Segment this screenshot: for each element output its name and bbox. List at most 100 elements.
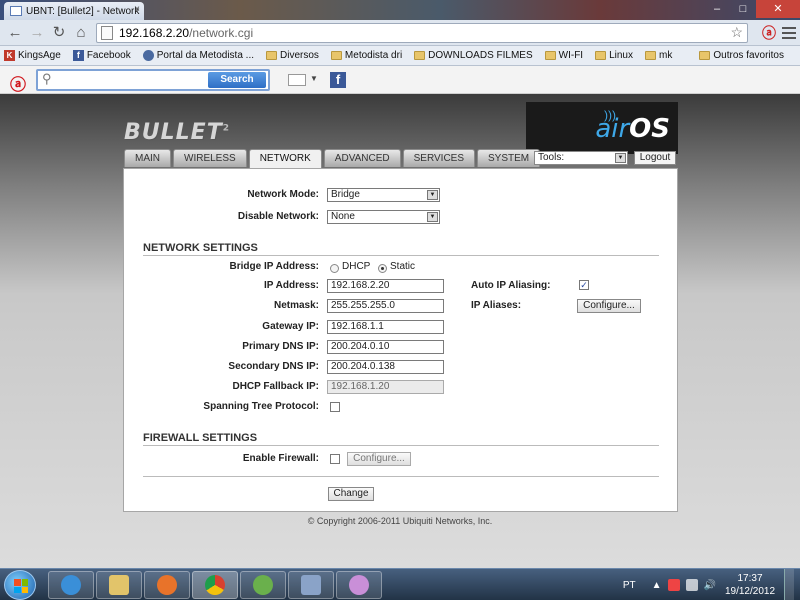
tab-network[interactable]: NETWORK (248, 149, 322, 168)
bookmark-folder-wifi[interactable]: WI-FI (544, 50, 584, 61)
network-settings-title: NETWORK SETTINGS (143, 242, 258, 254)
bookmark-portal-metodista[interactable]: Portal da Metodista ... (142, 50, 255, 61)
start-button[interactable] (4, 570, 36, 600)
enable-firewall-label: Enable Firewall: (242, 453, 319, 464)
logout-button[interactable]: Logout (634, 151, 676, 165)
enable-firewall-checkbox[interactable] (330, 454, 340, 464)
tab-close-icon[interactable]: × (134, 4, 140, 15)
dhcp-fallback-label: DHCP Fallback IP: (232, 381, 319, 392)
tools-select[interactable]: Tools: ▼ (534, 151, 628, 165)
address-bar[interactable]: 192.168.2.20 /network.cgi ☆ (96, 23, 748, 43)
disable-network-value: None (331, 211, 355, 222)
browser-navbar: ← → ↻ ⌂ 192.168.2.20 /network.cgi ☆ ⓐ (0, 20, 800, 46)
tab-system[interactable]: SYSTEM (477, 149, 541, 167)
spanning-tree-checkbox[interactable] (330, 402, 340, 412)
netmask-input[interactable]: 255.255.255.0 (327, 299, 444, 313)
portal-icon (142, 50, 154, 61)
system-tray: PT ▲ 🔊 17:37 19/12/2012 (623, 569, 800, 600)
minimize-button[interactable]: – (704, 0, 730, 18)
gateway-ip-label: Gateway IP: (262, 321, 319, 332)
taskbar-paint[interactable] (336, 571, 382, 599)
window-controls: – □ ✕ (704, 0, 800, 18)
gateway-ip-input[interactable]: 192.168.1.1 (327, 320, 444, 334)
tray-expand-icon[interactable]: ▲ (652, 580, 662, 591)
folder-icon (330, 51, 342, 60)
network-status-icon[interactable] (685, 579, 698, 591)
browser-tab[interactable]: UBNT: [Bullet2] - Network × (4, 2, 144, 20)
volume-icon[interactable]: 🔊 (704, 580, 716, 591)
auto-ip-aliasing-checkbox[interactable]: ✓ (579, 280, 589, 290)
tab-advanced[interactable]: ADVANCED (323, 149, 401, 167)
language-indicator[interactable]: PT (623, 580, 636, 591)
bookmark-facebook[interactable]: f Facebook (72, 50, 131, 61)
firewall-settings-title: FIREWALL SETTINGS (143, 432, 258, 444)
avira-search-button[interactable]: Search (208, 72, 266, 88)
primary-dns-input[interactable]: 200.204.0.10 (327, 340, 444, 354)
section-divider (143, 445, 659, 446)
taskbar-media-player[interactable] (144, 571, 190, 599)
back-arrow-icon[interactable]: ← (4, 22, 26, 44)
bookmark-label: Linux (609, 50, 633, 61)
secondary-dns-input[interactable]: 200.204.0.138 (327, 360, 444, 374)
dhcp-radio[interactable] (330, 264, 339, 273)
facebook-toolbar-icon[interactable]: f (330, 72, 346, 88)
clock-date: 19/12/2012 (724, 586, 776, 597)
media-player-icon (157, 575, 177, 595)
bridge-ip-label: Bridge IP Address: (229, 261, 319, 272)
show-desktop-button[interactable] (784, 569, 794, 600)
clock[interactable]: 17:37 19/12/2012 (722, 572, 778, 598)
taskbar-network-users[interactable] (240, 571, 286, 599)
bookmark-star-icon[interactable]: ☆ (730, 24, 743, 41)
network-mode-select[interactable]: Bridge ▼ (327, 188, 440, 202)
bookmark-label: WI-FI (558, 50, 584, 61)
static-radio[interactable] (378, 264, 387, 273)
bookmark-folder-downloads[interactable]: DOWNLOADS FILMES (414, 50, 533, 61)
taskbar-file-explorer[interactable] (96, 571, 142, 599)
bookmark-folder-linux[interactable]: Linux (595, 50, 633, 61)
home-icon[interactable]: ⌂ (70, 22, 92, 44)
ip-address-input[interactable]: 192.168.2.20 (327, 279, 444, 293)
network-mode-label: Network Mode: (247, 189, 319, 200)
airos-logo-os: OS (629, 114, 670, 144)
taskbar-remote-desktop[interactable] (288, 571, 334, 599)
bookmark-label: Portal da Metodista ... (156, 50, 255, 61)
close-button[interactable]: ✕ (756, 0, 800, 18)
reload-icon[interactable]: ↻ (48, 22, 70, 44)
other-bookmarks[interactable]: Outros favoritos (699, 50, 784, 61)
windows-taskbar: PT ▲ 🔊 17:37 19/12/2012 (0, 568, 800, 600)
ip-aliases-configure-button[interactable]: Configure... (577, 299, 641, 313)
ubnt-favicon (10, 6, 22, 16)
main-tabs: MAIN WIRELESS NETWORK ADVANCED SERVICES … (124, 149, 541, 168)
auto-ip-aliasing-label: Auto IP Aliasing: (471, 280, 551, 291)
change-button[interactable]: Change (328, 487, 374, 501)
bookmark-label: Metodista dri (344, 50, 403, 61)
page-icon (101, 26, 113, 40)
tab-services[interactable]: SERVICES (402, 149, 476, 167)
chrome-icon (205, 575, 225, 595)
disable-network-label: Disable Network: (237, 211, 319, 222)
folder-icon (544, 51, 556, 60)
browser-menu-icon[interactable] (782, 27, 796, 39)
avira-extension-icon[interactable]: ⓐ (762, 23, 776, 43)
action-center-icon[interactable] (667, 579, 680, 591)
tab-wireless[interactable]: WIRELESS (173, 149, 247, 167)
avira-logo-icon[interactable]: ⓐ (10, 71, 26, 95)
mail-icon[interactable] (288, 74, 306, 86)
bookmarks-bar: K KingsAge f Facebook Portal da Metodist… (0, 46, 800, 66)
tools-select-value: Tools: (538, 152, 565, 163)
mail-dropdown-icon[interactable]: ▼ (310, 74, 318, 83)
bookmark-folder-diversos[interactable]: Diversos (266, 50, 319, 61)
forward-arrow-icon[interactable]: → (26, 22, 48, 44)
disable-network-select[interactable]: None ▼ (327, 210, 440, 224)
network-mode-value: Bridge (331, 189, 360, 200)
tab-main[interactable]: MAIN (124, 149, 171, 167)
bookmark-folder-mk[interactable]: mk (644, 50, 672, 61)
bookmark-kingsage[interactable]: K KingsAge (4, 50, 61, 61)
bookmark-folder-metodista[interactable]: Metodista dri (330, 50, 403, 61)
network-settings-panel: Network Mode: Bridge ▼ Disable Network: … (123, 168, 678, 512)
clock-time: 17:37 (737, 573, 763, 584)
taskbar-internet-explorer[interactable] (48, 571, 94, 599)
taskbar-chrome[interactable] (192, 571, 238, 599)
chevron-down-icon: ▼ (427, 190, 438, 200)
maximize-button[interactable]: □ (730, 0, 756, 18)
